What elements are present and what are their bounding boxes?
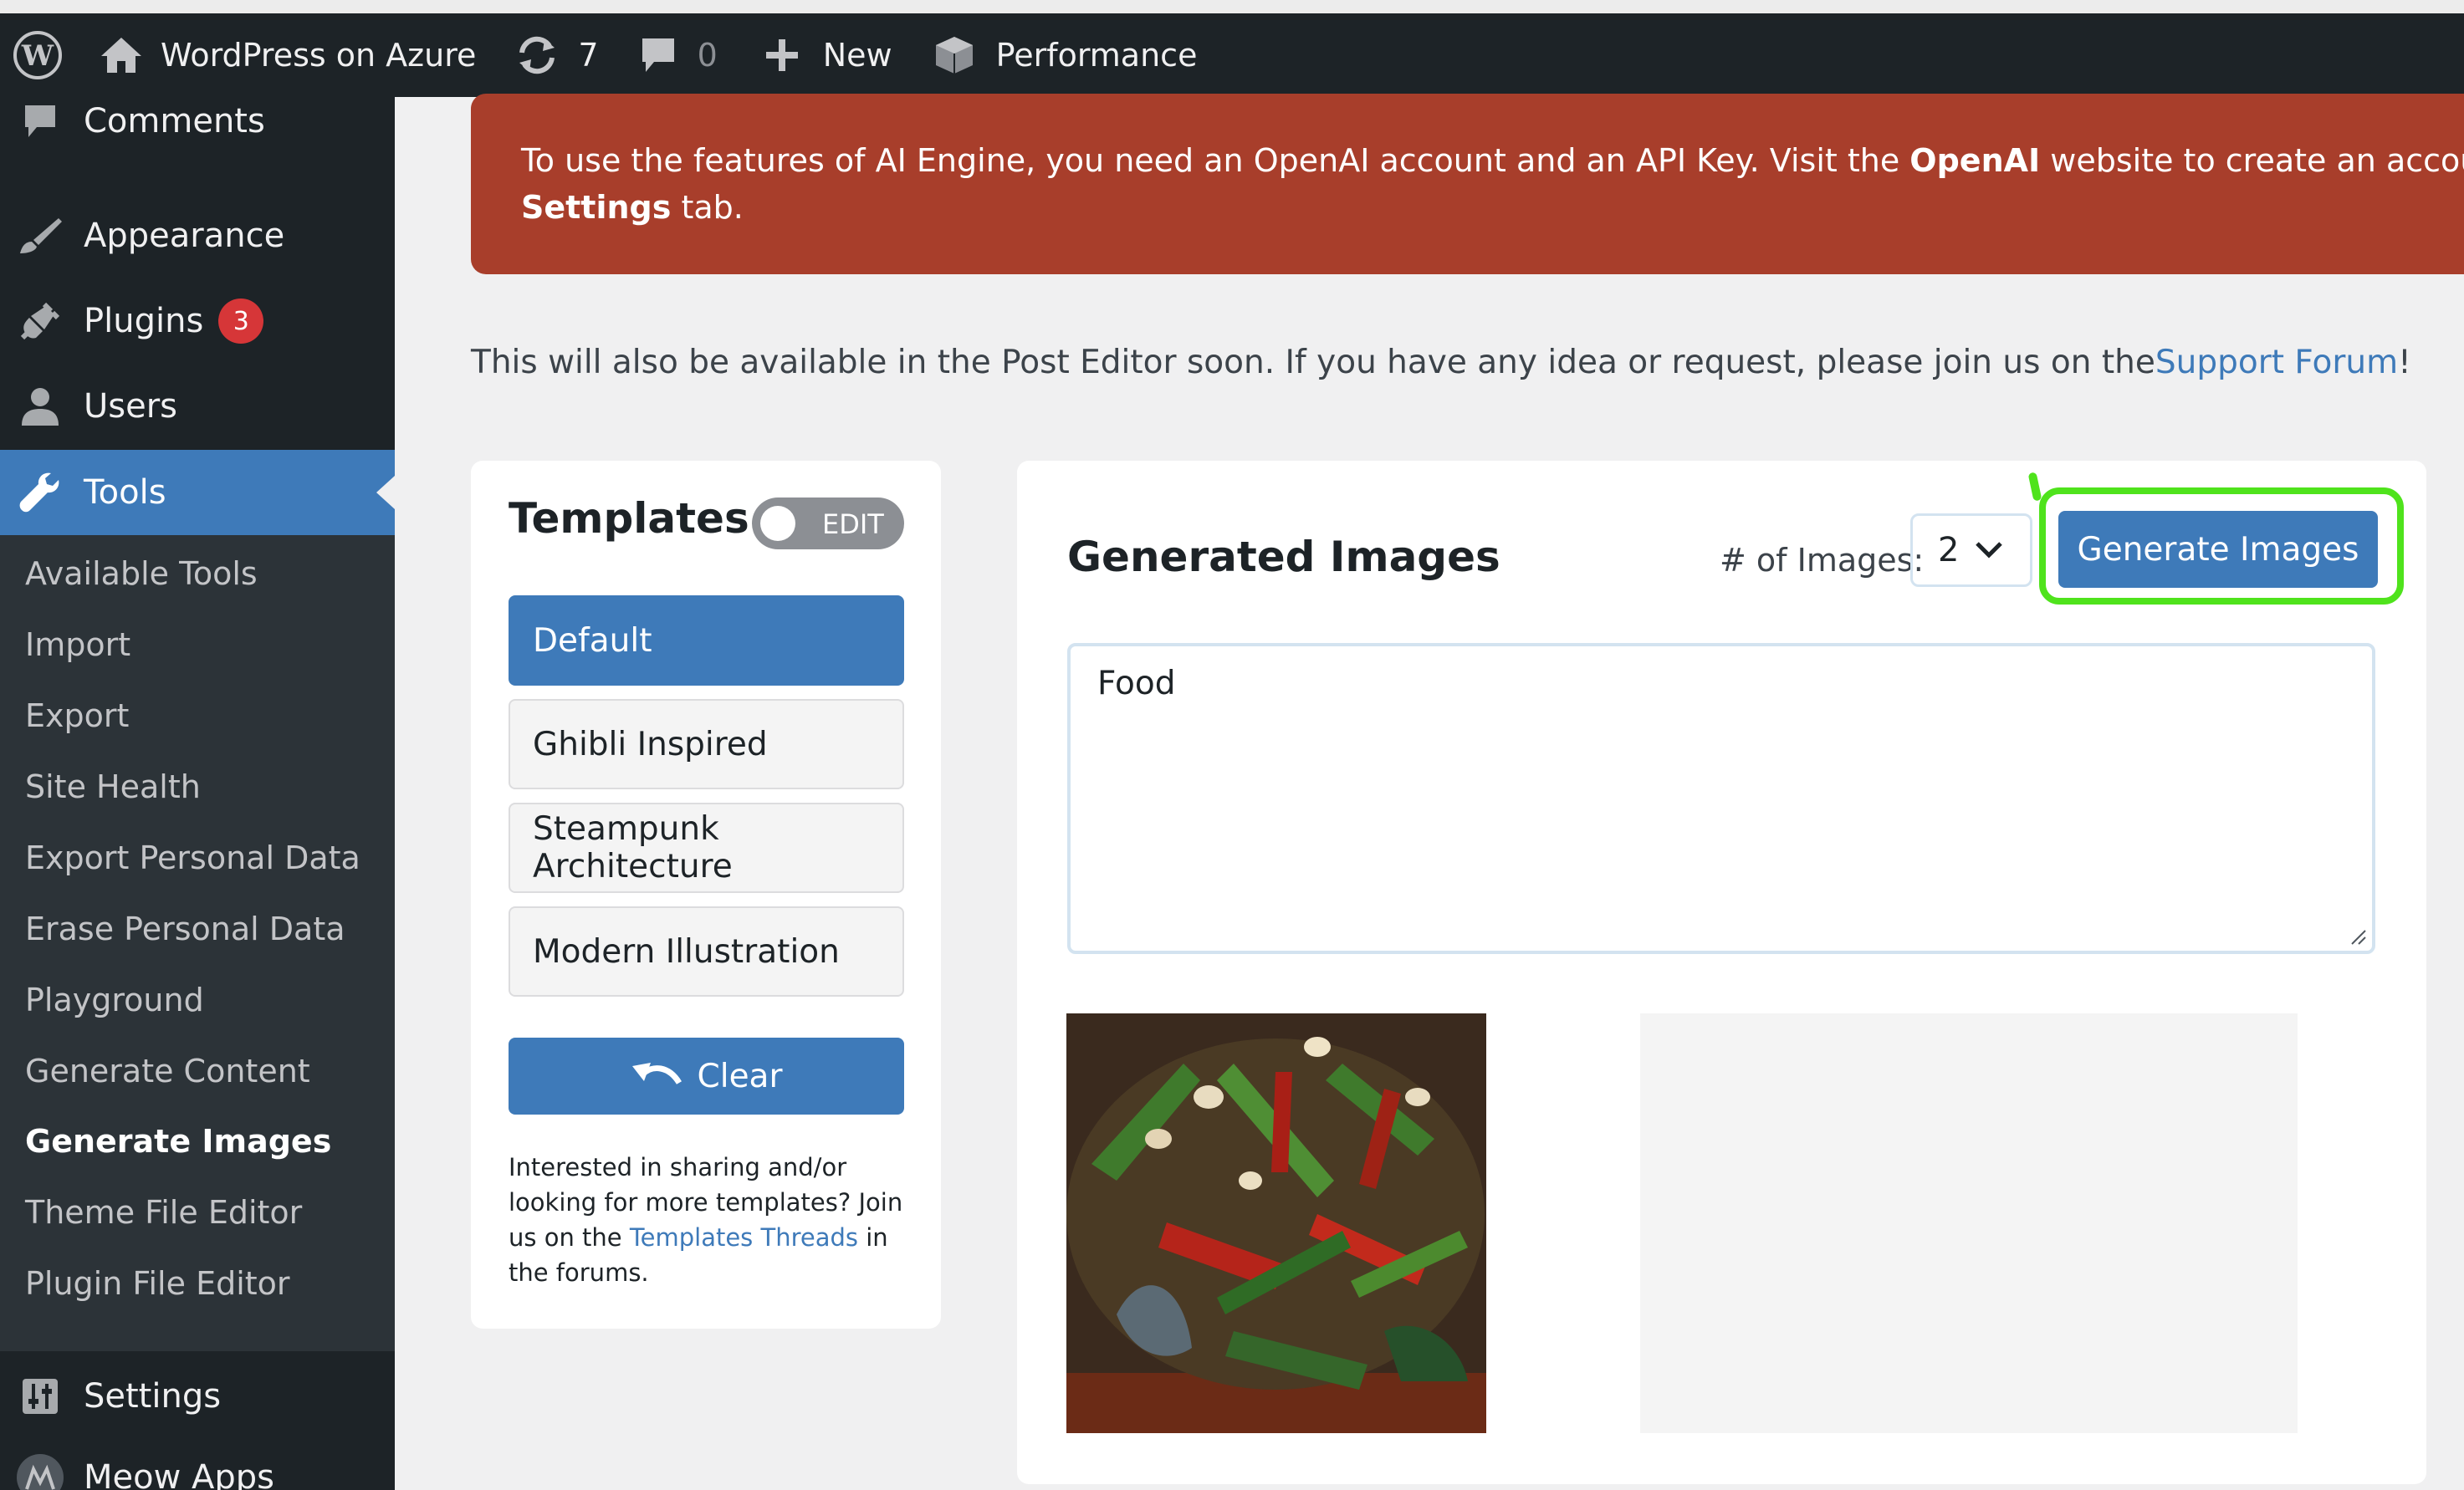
templates-title: Templates: [509, 494, 749, 543]
comment-icon: [15, 102, 65, 140]
wordpress-logo-icon[interactable]: W: [12, 13, 64, 97]
submenu-plugin-file-editor[interactable]: Plugin File Editor: [25, 1248, 376, 1319]
sidebar-item-label: Tools: [84, 473, 166, 512]
submenu-available-tools[interactable]: Available Tools: [25, 538, 376, 609]
updates-link[interactable]: 7: [514, 13, 599, 97]
sidebar-item-label: Meow Apps: [84, 1458, 275, 1490]
performance-link[interactable]: Performance: [933, 13, 1198, 97]
template-ghibli-inspired[interactable]: Ghibli Inspired: [509, 699, 904, 789]
clear-button[interactable]: Clear: [509, 1038, 904, 1115]
sidebar-item-label: Plugins: [84, 302, 204, 340]
submenu-theme-file-editor[interactable]: Theme File Editor: [25, 1177, 376, 1248]
site-name-link[interactable]: WordPress on Azure: [99, 13, 476, 97]
sidebar-item-users[interactable]: Users: [0, 364, 395, 449]
notice-text: website to create an account, then inser…: [2050, 142, 2464, 179]
home-icon: [99, 34, 161, 76]
wrench-icon: [15, 470, 65, 515]
submenu-generate-images[interactable]: Generate Images: [25, 1106, 376, 1176]
template-default[interactable]: Default: [509, 595, 904, 686]
notice-line-2: Settings tab.: [521, 184, 2464, 231]
admin-bar: W WordPress on Azure 7 0 New Performance: [0, 13, 2464, 97]
resize-grip-icon[interactable]: [2347, 926, 2367, 946]
user-icon: [15, 385, 65, 427]
svg-text:W: W: [21, 39, 54, 73]
notice-text: To use the features of AI Engine, you ne…: [521, 142, 1910, 179]
prompt-text: Food: [1097, 665, 1176, 702]
settings-tab-link[interactable]: Settings: [521, 189, 671, 226]
new-content-link[interactable]: New: [764, 13, 892, 97]
sidebar-item-meow-apps[interactable]: Meow Apps: [0, 1435, 395, 1490]
plug-icon: [15, 299, 65, 343]
performance-box-icon: [933, 33, 996, 77]
sidebar-item-label: Settings: [84, 1377, 222, 1416]
generate-images-button[interactable]: Generate Images: [2058, 511, 2378, 588]
sidebar-item-label: Appearance: [84, 217, 285, 255]
updates-count: 7: [578, 37, 599, 74]
submenu-export[interactable]: Export: [25, 681, 376, 751]
num-images-label: # of Images:: [1720, 542, 1925, 579]
browser-top-strip: [0, 0, 2464, 13]
notice-line-1: To use the features of AI Engine, you ne…: [521, 137, 2464, 184]
clear-label: Clear: [697, 1057, 783, 1095]
prompt-textarea[interactable]: Food: [1067, 643, 2375, 954]
intro-sentence: This will also be available in the Post …: [471, 343, 2155, 381]
num-images-value: 2: [1938, 531, 1960, 569]
comments-count: 0: [697, 37, 718, 74]
intro-text: This will also be available in the Post …: [471, 334, 2411, 390]
notice-text: tab.: [671, 189, 744, 226]
settings-sliders-icon: [15, 1377, 65, 1416]
templates-panel: Templates EDIT Default Ghibli Inspired S…: [471, 461, 941, 1329]
generated-images-title: Generated Images: [1067, 533, 1500, 581]
openai-link[interactable]: OpenAI: [1909, 142, 2040, 179]
chevron-down-icon: [1976, 542, 2003, 559]
num-images-select[interactable]: 2: [1910, 513, 2032, 587]
undo-icon: [631, 1063, 682, 1084]
edit-label: EDIT: [822, 508, 884, 540]
template-steampunk-architecture[interactable]: Steampunk Architecture: [509, 803, 904, 893]
plus-icon: [764, 38, 823, 73]
sidebar-item-appearance[interactable]: Appearance: [0, 193, 395, 278]
comments-link[interactable]: 0: [639, 13, 718, 97]
edit-templates-toggle[interactable]: EDIT: [752, 498, 904, 549]
submenu-playground[interactable]: Playground: [25, 965, 376, 1035]
sidebar-item-plugins[interactable]: Plugins 3: [0, 278, 395, 364]
performance-label: Performance: [995, 37, 1198, 74]
generated-image-3[interactable]: [1878, 1013, 2298, 1433]
updates-icon: [514, 34, 578, 76]
openai-key-notice: To use the features of AI Engine, you ne…: [471, 94, 2464, 274]
intro-suffix: !: [2398, 343, 2411, 381]
annotation-tick: [2027, 472, 2042, 502]
toggle-knob: [760, 506, 795, 541]
food-photo-image: [1066, 1013, 1486, 1433]
support-forum-link[interactable]: Support Forum: [2155, 344, 2398, 381]
paintbrush-icon: [15, 215, 65, 257]
comment-bubble-icon: [639, 35, 698, 75]
sidebar-item-settings[interactable]: Settings: [0, 1354, 395, 1439]
new-label: New: [822, 37, 892, 74]
generated-image-1[interactable]: [1066, 1013, 1486, 1433]
submenu-generate-content[interactable]: Generate Content: [25, 1036, 376, 1106]
template-modern-illustration[interactable]: Modern Illustration: [509, 906, 904, 997]
sidebar-item-label: Comments: [84, 102, 265, 140]
sidebar-item-label: Users: [84, 387, 178, 426]
submenu-site-health[interactable]: Site Health: [25, 752, 376, 822]
site-name: WordPress on Azure: [161, 37, 477, 74]
submenu-import[interactable]: Import: [25, 610, 376, 680]
sidebar-item-comments[interactable]: Comments: [0, 97, 395, 164]
plugins-update-badge: 3: [218, 299, 264, 344]
sidebar-item-tools[interactable]: Tools: [0, 450, 395, 535]
templates-note: Interested in sharing and/or looking for…: [509, 1150, 910, 1290]
admin-sidebar: Comments Appearance Plugins 3 Users Tool…: [0, 97, 395, 1490]
generated-images-panel: Generated Images # of Images: 2 Generate…: [1017, 461, 2426, 1484]
tools-submenu: Available Tools Import Export Site Healt…: [0, 535, 395, 1351]
submenu-export-personal-data[interactable]: Export Personal Data: [25, 823, 376, 893]
submenu-erase-personal-data[interactable]: Erase Personal Data: [25, 894, 376, 964]
meow-apps-icon: [15, 1452, 65, 1490]
templates-threads-link[interactable]: Templates Threads: [630, 1223, 858, 1252]
